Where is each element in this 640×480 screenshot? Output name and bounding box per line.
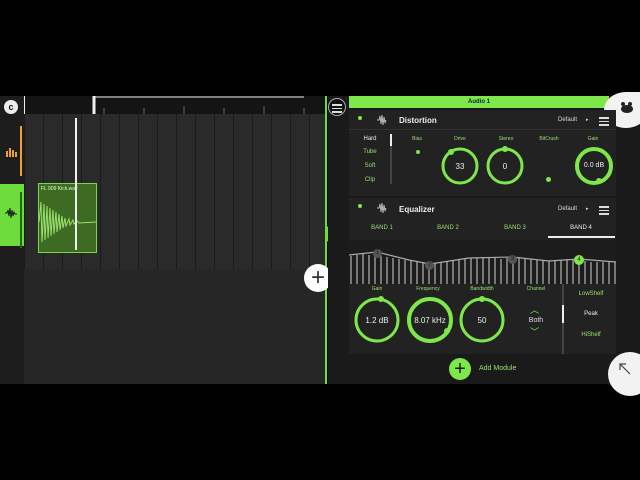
filter-lowshelf[interactable]: LowShelf <box>569 291 613 297</box>
preset-arrow-icon[interactable]: ▸ <box>586 117 589 123</box>
preset-selector[interactable]: Default <box>558 206 577 212</box>
waveform-icon <box>377 114 387 126</box>
eq-frequency-label: Frequency <box>416 286 440 292</box>
channel-down-icon[interactable]: ﹀ <box>530 325 539 338</box>
filter-peak[interactable]: Peak <box>569 311 613 317</box>
drive-label: Drive <box>454 136 466 142</box>
bitcrush-slider-knob[interactable] <box>546 177 551 182</box>
mode-soft[interactable]: Soft <box>359 163 381 169</box>
track-level-meter <box>20 126 22 176</box>
mode-selector-track[interactable] <box>390 134 392 184</box>
arrangement-view: FL 909 Kick.wav <box>0 96 326 384</box>
expand-corner-button[interactable] <box>608 352 640 396</box>
bitcrush-label: BitCrush <box>539 136 559 142</box>
channel-up-icon[interactable]: ︿ <box>530 303 539 316</box>
menu-button[interactable] <box>328 98 346 116</box>
channel-value[interactable]: Both <box>521 317 551 324</box>
preset-arrow-icon[interactable]: ▸ <box>586 206 589 212</box>
distortion-module: Distortion Default ▸ Hard Tube Soft Clip… <box>349 110 616 196</box>
track-level-meter-2 <box>20 192 22 248</box>
drive-value: 33 <box>455 162 465 171</box>
add-module-button[interactable]: + <box>449 358 471 380</box>
track-name-bar[interactable]: Audio 1 <box>349 96 609 108</box>
clip-waveform <box>39 201 96 243</box>
timeline-ruler[interactable] <box>23 96 326 114</box>
equalizer-module: Equalizer Default ▸ BAND 1 BAND 2 BAND 3… <box>349 198 616 354</box>
app-logo-icon[interactable]: c <box>4 100 18 114</box>
timeline-ticks <box>23 96 305 114</box>
eq-channel-label: Channel <box>526 286 546 292</box>
band-marker-3[interactable]: 3 <box>508 255 517 264</box>
module-menu-icon[interactable] <box>599 204 609 217</box>
module-enable-dot[interactable] <box>358 116 362 120</box>
module-title: Equalizer <box>399 205 435 214</box>
preset-selector[interactable]: Default <box>558 117 577 123</box>
waveform-icon <box>5 207 17 219</box>
eq-gain-label: Gain <box>371 286 383 292</box>
eq-frequency-value: 8.07 kHz <box>414 316 446 325</box>
mode-tube[interactable]: Tube <box>359 149 381 155</box>
waveform-icon <box>377 202 387 214</box>
band-marker-4[interactable]: 4 <box>574 255 584 265</box>
stereo-value: 0 <box>502 162 508 171</box>
active-tab-indicator <box>548 236 615 238</box>
clip-name: FL 909 Kick.wav <box>41 186 78 192</box>
module-menu-icon[interactable] <box>599 115 609 128</box>
eq-gain-value: 1.2 dB <box>365 316 389 325</box>
eq-bandwidth-label: Bandwidth <box>470 286 494 292</box>
filter-hishelf[interactable]: HiShelf <box>569 332 613 338</box>
tab-band-3[interactable]: BAND 3 <box>482 225 548 231</box>
tab-band-1[interactable]: BAND 1 <box>349 225 415 231</box>
gain-value: 0.0 dB <box>583 162 605 169</box>
playhead[interactable] <box>75 118 77 250</box>
module-enable-dot[interactable] <box>358 204 362 208</box>
band-marker-1[interactable]: 1 <box>373 249 382 258</box>
expand-arrow-icon <box>619 363 631 375</box>
band-marker-2[interactable]: 2 <box>425 261 434 270</box>
filter-type-indicator <box>562 305 564 323</box>
bias-label: Bias <box>412 136 422 142</box>
stereo-label: Stereo <box>498 136 514 142</box>
add-module-label[interactable]: Add Module <box>479 365 516 372</box>
tab-band-4[interactable]: BAND 4 <box>548 225 614 231</box>
bars-icon[interactable] <box>5 144 19 158</box>
empty-area <box>24 269 326 384</box>
mode-hard[interactable]: Hard <box>359 136 381 142</box>
tab-band-2[interactable]: BAND 2 <box>415 225 481 231</box>
eq-bandwidth-value: 50 <box>477 316 487 325</box>
bias-slider-knob[interactable] <box>416 150 420 154</box>
audio-clip[interactable]: FL 909 Kick.wav <box>38 183 97 253</box>
module-title: Distortion <box>399 116 437 125</box>
mode-clip[interactable]: Clip <box>359 177 381 183</box>
mouse-icon <box>621 102 633 113</box>
gain-label: Gain <box>587 136 599 142</box>
